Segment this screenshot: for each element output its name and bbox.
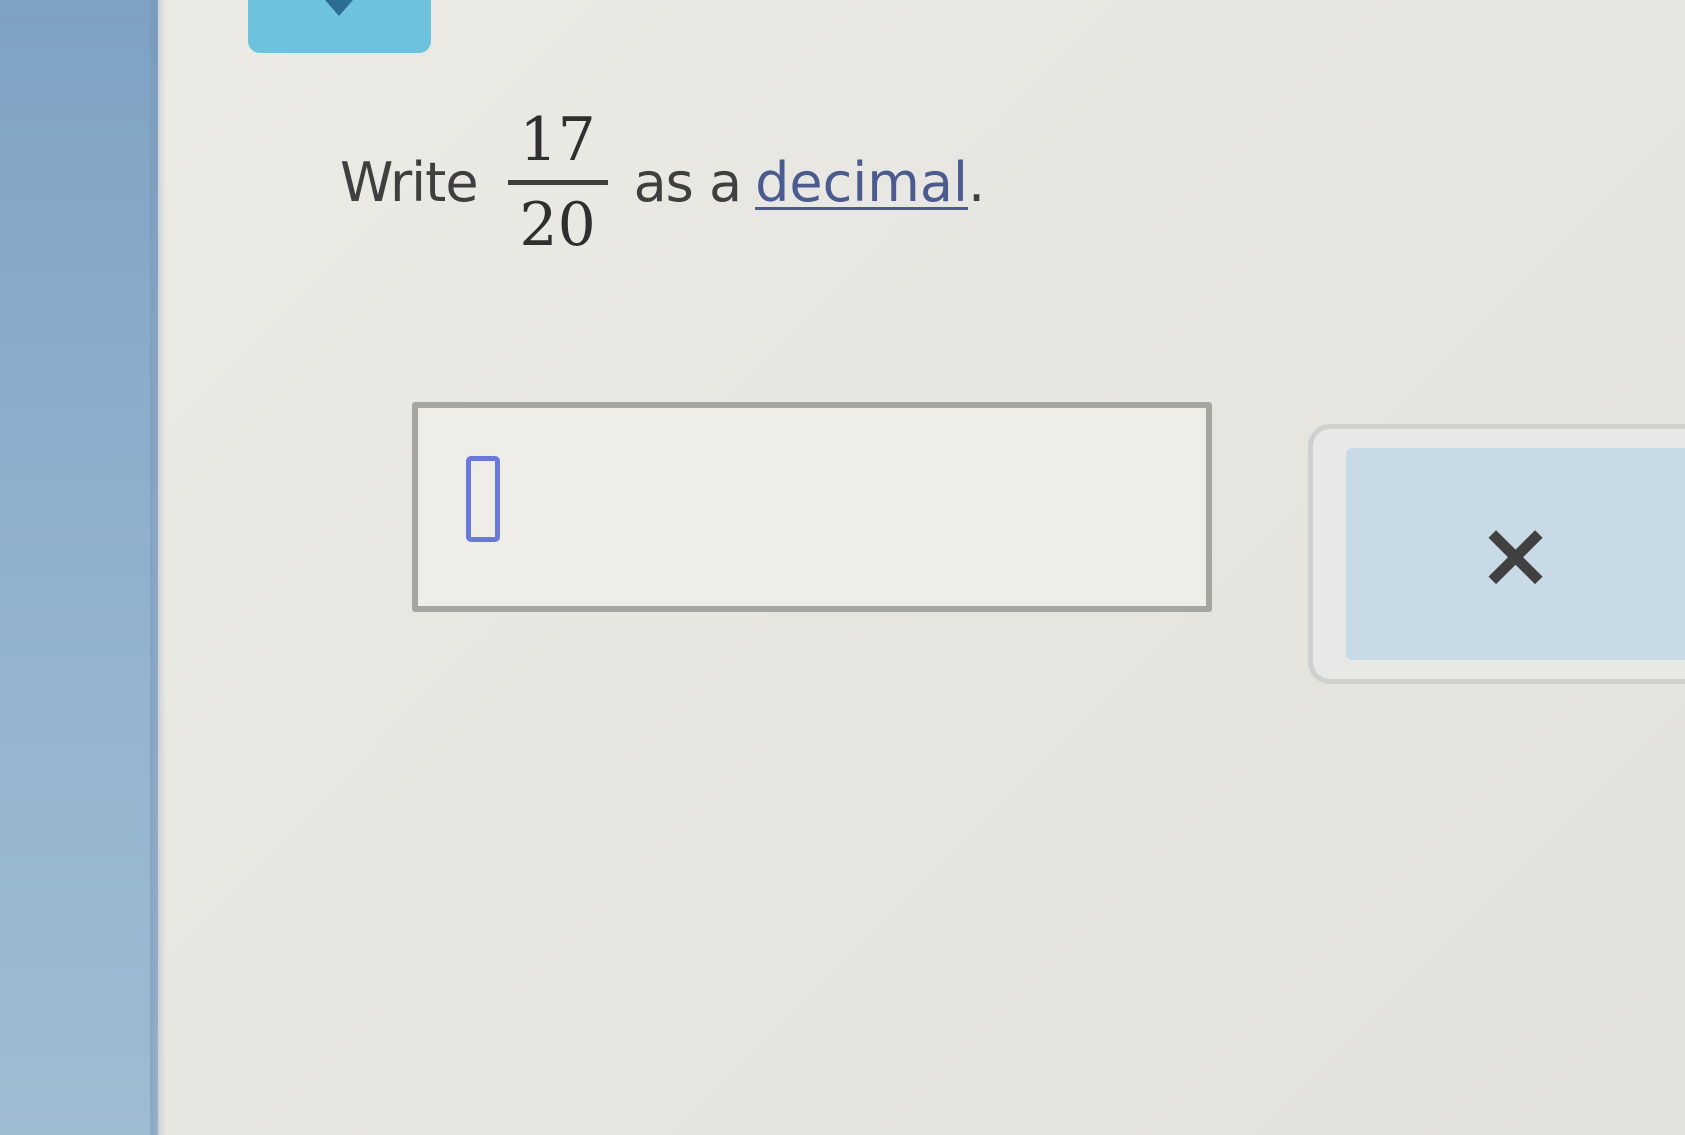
clear-button[interactable]: × — [1346, 448, 1685, 660]
decimal-definition-link[interactable]: decimal — [755, 151, 968, 214]
fraction-numerator: 17 — [519, 104, 596, 175]
question-fraction: 17 20 — [507, 104, 608, 260]
question-suffix: . — [967, 150, 986, 214]
fraction-denominator: 20 — [519, 189, 596, 260]
question-prefix: Write — [340, 150, 479, 214]
text-cursor-icon — [466, 456, 500, 542]
panel-edge-shadow — [150, 0, 166, 1135]
chevron-down-icon — [325, 0, 353, 16]
question-prompt: Write 17 20 as a decimal . — [340, 92, 985, 272]
question-middle: as a — [633, 150, 742, 214]
left-side-panel — [0, 0, 158, 1135]
answer-input[interactable] — [412, 402, 1212, 612]
close-icon: × — [1476, 500, 1555, 608]
